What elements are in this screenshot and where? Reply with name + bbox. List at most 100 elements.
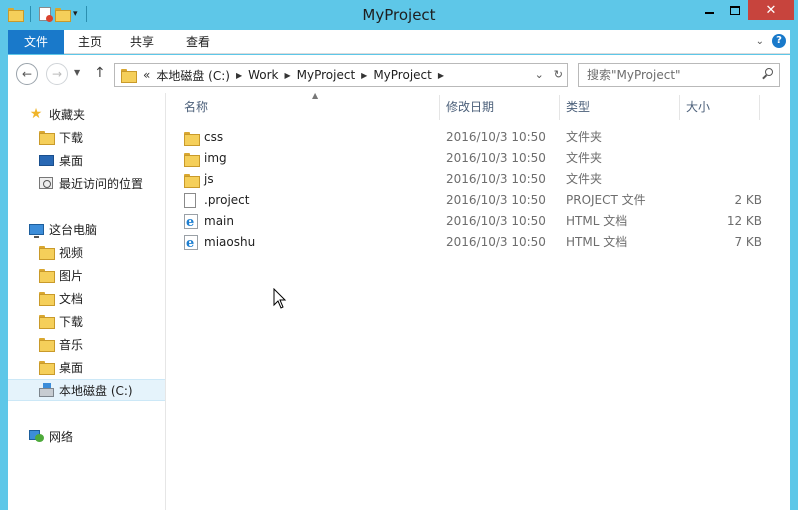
title-bar: ▾ MyProject ✕ bbox=[0, 0, 798, 30]
breadcrumb-overflow[interactable]: « bbox=[143, 68, 150, 82]
file-type: 文件夹 bbox=[566, 172, 603, 186]
help-icon[interactable]: ? bbox=[772, 34, 786, 48]
tab-view[interactable]: 查看 bbox=[172, 30, 224, 54]
nav-label: 网络 bbox=[49, 429, 74, 444]
file-row[interactable]: miaoshu 2016/10/3 10:50 HTML 文档 7 KB bbox=[178, 232, 768, 254]
refresh-icon[interactable]: ↻ bbox=[554, 68, 563, 81]
file-list: ▲ 名称 修改日期 类型 大小 css 2016/10/3 10:50 文件夹 … bbox=[166, 91, 790, 510]
nav-item-desktop-pc[interactable]: 桌面 bbox=[8, 356, 165, 378]
chevron-right-icon[interactable]: ▶ bbox=[236, 71, 242, 80]
nav-label: 桌面 bbox=[59, 153, 84, 168]
navigation-bar: ← → ▼ ↑ « 本地磁盘 (C:) ▶ Work ▶ MyProject ▶… bbox=[8, 55, 790, 93]
nav-label: 文档 bbox=[59, 291, 84, 306]
drive-icon bbox=[38, 382, 54, 397]
forward-button[interactable]: → bbox=[46, 63, 68, 85]
nav-label: 收藏夹 bbox=[49, 107, 86, 122]
tab-home[interactable]: 主页 bbox=[64, 30, 116, 54]
maximize-icon bbox=[730, 5, 740, 15]
file-size: 2 KB bbox=[734, 193, 762, 207]
close-icon: ✕ bbox=[765, 2, 777, 18]
window-title: MyProject bbox=[362, 6, 436, 24]
nav-this-pc[interactable]: 这台电脑 bbox=[8, 218, 165, 240]
maximize-button[interactable] bbox=[722, 0, 748, 20]
folder-icon bbox=[184, 130, 200, 146]
nav-item-videos[interactable]: 视频 bbox=[8, 241, 165, 263]
file-date: 2016/10/3 10:50 bbox=[446, 172, 546, 186]
computer-icon bbox=[28, 222, 44, 238]
videos-folder-icon bbox=[38, 245, 55, 260]
column-header-name[interactable]: 名称 bbox=[178, 95, 440, 120]
file-row[interactable]: css 2016/10/3 10:50 文件夹 bbox=[178, 127, 768, 148]
forward-arrow-icon: → bbox=[51, 67, 63, 81]
nav-item-downloads[interactable]: 下载 bbox=[8, 126, 165, 148]
mouse-cursor-icon bbox=[273, 288, 287, 309]
nav-item-downloads-pc[interactable]: 下载 bbox=[8, 310, 165, 332]
expand-ribbon-icon[interactable]: ⌄ bbox=[756, 36, 764, 47]
search-input[interactable]: 搜索"MyProject" bbox=[578, 63, 780, 87]
file-name: .project bbox=[204, 193, 250, 207]
close-button[interactable]: ✕ bbox=[748, 0, 794, 20]
breadcrumb-item[interactable]: MyProject bbox=[373, 68, 432, 82]
file-date: 2016/10/3 10:50 bbox=[446, 214, 546, 228]
nav-label: 桌面 bbox=[59, 360, 84, 375]
file-date: 2016/10/3 10:50 bbox=[446, 151, 546, 165]
file-row[interactable]: main 2016/10/3 10:50 HTML 文档 12 KB bbox=[178, 211, 768, 233]
column-header-type[interactable]: 类型 bbox=[560, 95, 680, 120]
desktop-folder-icon bbox=[38, 360, 55, 375]
file-name: miaoshu bbox=[204, 235, 256, 249]
minimize-button[interactable] bbox=[696, 0, 722, 20]
window-controls: ✕ bbox=[696, 0, 794, 20]
breadcrumb-item[interactable]: 本地磁盘 (C:) bbox=[156, 67, 230, 84]
tab-file[interactable]: 文件 bbox=[8, 30, 64, 54]
back-button[interactable]: ← bbox=[16, 63, 38, 85]
pictures-folder-icon bbox=[38, 268, 55, 283]
nav-label: 音乐 bbox=[59, 337, 84, 352]
file-row[interactable]: .project 2016/10/3 10:50 PROJECT 文件 2 KB bbox=[178, 190, 768, 211]
nav-network[interactable]: 网络 bbox=[8, 425, 165, 447]
file-name: img bbox=[204, 151, 227, 165]
recent-places-icon bbox=[38, 176, 54, 190]
recent-locations-dropdown-icon[interactable]: ▼ bbox=[74, 68, 80, 77]
file-icon bbox=[184, 193, 196, 208]
address-bar[interactable]: « 本地磁盘 (C:) ▶ Work ▶ MyProject ▶ MyProje… bbox=[114, 63, 568, 87]
file-type: HTML 文档 bbox=[566, 214, 628, 228]
nav-item-recent-places[interactable]: 最近访问的位置 bbox=[8, 172, 165, 194]
nav-item-local-disk[interactable]: 本地磁盘 (C:) bbox=[8, 379, 165, 401]
nav-item-documents[interactable]: 文档 bbox=[8, 287, 165, 309]
file-type: HTML 文档 bbox=[566, 235, 628, 249]
file-name: css bbox=[204, 130, 224, 144]
back-arrow-icon: ← bbox=[21, 67, 33, 81]
chevron-right-icon[interactable]: ▶ bbox=[438, 71, 444, 80]
breadcrumb-item[interactable]: MyProject bbox=[297, 68, 356, 82]
file-type: 文件夹 bbox=[566, 151, 603, 165]
file-row[interactable]: img 2016/10/3 10:50 文件夹 bbox=[178, 148, 768, 169]
chevron-right-icon[interactable]: ▶ bbox=[361, 71, 367, 80]
star-icon: ★ bbox=[29, 106, 43, 122]
nav-label: 最近访问的位置 bbox=[59, 176, 144, 191]
nav-item-pictures[interactable]: 图片 bbox=[8, 264, 165, 286]
nav-favorites[interactable]: ★ 收藏夹 bbox=[8, 103, 165, 125]
ribbon-controls: ⌄ ? bbox=[756, 34, 786, 48]
ribbon-tabs: 文件 主页 共享 查看 ⌄ ? bbox=[8, 30, 790, 54]
column-header-date[interactable]: 修改日期 bbox=[440, 95, 560, 120]
address-history-dropdown-icon[interactable]: ⌄ bbox=[535, 68, 544, 81]
html-file-icon bbox=[184, 212, 198, 233]
nav-label: 下载 bbox=[59, 314, 84, 329]
network-icon bbox=[28, 429, 44, 443]
chevron-right-icon[interactable]: ▶ bbox=[285, 71, 291, 80]
breadcrumb-item[interactable]: Work bbox=[248, 68, 278, 82]
file-size bbox=[686, 127, 762, 148]
file-row[interactable]: js 2016/10/3 10:50 文件夹 bbox=[178, 169, 768, 190]
content-area: ★ 收藏夹 下载 桌面 最近访问的位置 这台电脑 视频 图片 文档 下载 音乐 … bbox=[8, 91, 790, 510]
folder-icon bbox=[121, 69, 137, 83]
file-date: 2016/10/3 10:50 bbox=[446, 235, 546, 249]
tab-share[interactable]: 共享 bbox=[116, 30, 168, 54]
nav-label: 视频 bbox=[59, 245, 84, 260]
nav-item-desktop[interactable]: 桌面 bbox=[8, 149, 165, 171]
music-folder-icon bbox=[38, 337, 55, 352]
up-arrow-icon[interactable]: ↑ bbox=[94, 65, 106, 81]
minimize-icon bbox=[704, 12, 714, 14]
search-icon[interactable] bbox=[762, 68, 773, 79]
column-header-size[interactable]: 大小 bbox=[680, 95, 760, 120]
nav-item-music[interactable]: 音乐 bbox=[8, 333, 165, 355]
